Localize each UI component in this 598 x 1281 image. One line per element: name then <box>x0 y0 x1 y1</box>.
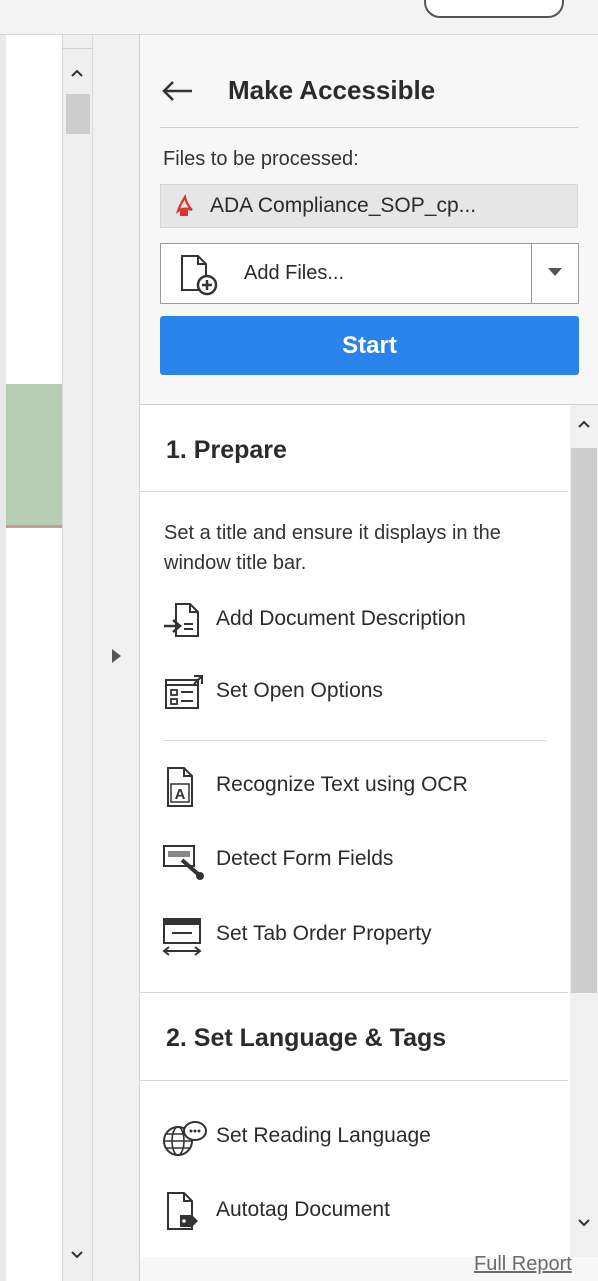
ocr-icon: A <box>160 766 208 808</box>
pdf-file-icon <box>174 193 196 218</box>
scrollbar-split-handle[interactable] <box>62 35 93 49</box>
chevron-down-icon <box>548 268 562 276</box>
add-file-icon <box>176 252 224 298</box>
file-name: ADA Compliance_SOP_cp... <box>210 194 477 217</box>
collapse-pane-arrow-icon[interactable] <box>106 644 126 668</box>
open-options-icon <box>160 672 208 714</box>
autotag-icon <box>160 1191 208 1233</box>
tool-set-open-options[interactable]: Set Open Options <box>160 670 560 714</box>
scroll-down-arrow-icon[interactable] <box>573 1212 595 1234</box>
section-divider <box>140 992 568 993</box>
toolbar-pill-button[interactable] <box>424 0 564 18</box>
scroll-up-arrow-icon[interactable] <box>573 414 595 436</box>
tool-group-divider <box>164 740 546 741</box>
document-scrollbar[interactable] <box>62 35 93 1281</box>
svg-text:A: A <box>175 786 186 803</box>
tool-autotag-document[interactable]: Autotag Document <box>160 1189 560 1233</box>
tool-detect-form-fields[interactable]: Detect Form Fields <box>160 838 560 882</box>
reading-language-icon <box>160 1117 208 1159</box>
tool-set-reading-language[interactable]: Set Reading Language <box>160 1115 560 1159</box>
back-arrow-icon[interactable] <box>158 74 198 108</box>
document-scrollbar-thumb[interactable] <box>66 94 90 134</box>
tool-label: Recognize Text using OCR <box>216 773 468 796</box>
tool-recognize-text-ocr[interactable]: A Recognize Text using OCR <box>160 764 560 808</box>
section-divider <box>140 1080 568 1081</box>
tool-label: Detect Form Fields <box>216 847 394 870</box>
title-divider <box>160 127 578 128</box>
tool-label: Set Open Options <box>216 679 383 702</box>
files-to-process-label: Files to be processed: <box>163 148 359 170</box>
tool-add-document-description[interactable]: Add Document Description <box>160 598 560 642</box>
scroll-up-arrow-icon[interactable] <box>65 62 89 84</box>
panel-title: Make Accessible <box>228 75 436 105</box>
section-description: Set a title and ensure it displays in th… <box>164 522 501 574</box>
tool-set-tab-order[interactable]: Set Tab Order Property <box>160 913 560 957</box>
scroll-down-arrow-icon[interactable] <box>65 1244 89 1266</box>
section-divider <box>140 491 568 492</box>
section-heading-language-tags[interactable]: 2. Set Language & Tags <box>166 1023 446 1053</box>
tools-scrollbar-thumb[interactable] <box>571 448 597 993</box>
document-content-block <box>6 384 62 528</box>
full-report-link[interactable]: Full Report <box>474 1252 572 1276</box>
tab-order-icon <box>160 915 208 957</box>
document-description-icon <box>160 600 208 642</box>
tool-label: Autotag Document <box>216 1198 390 1221</box>
section-heading-prepare[interactable]: 1. Prepare <box>166 435 287 465</box>
form-fields-icon <box>160 840 208 882</box>
document-view[interactable] <box>0 35 62 1281</box>
tool-label: Add Document Description <box>216 607 466 630</box>
tool-label: Set Reading Language <box>216 1124 431 1147</box>
tool-label: Set Tab Order Property <box>216 922 432 945</box>
add-files-label: Add Files... <box>244 262 345 284</box>
start-button[interactable]: Start <box>160 316 579 375</box>
